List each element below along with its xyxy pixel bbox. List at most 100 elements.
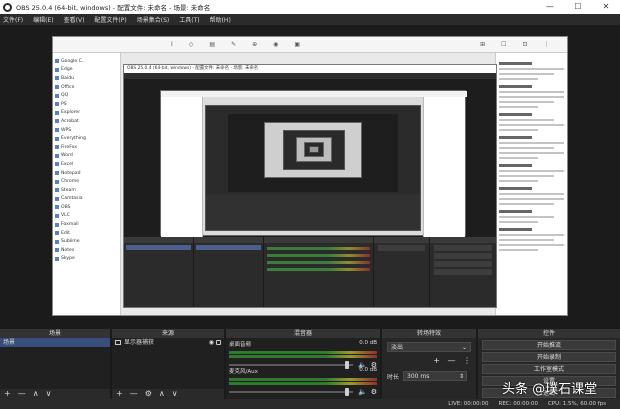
captured-list-label: Explorer [61,110,81,116]
captured-list-label: Word [61,153,73,159]
file-icon [55,136,59,141]
toolbar-icon: ⊕ [252,41,258,48]
captured-list-label: Notepad [61,170,81,176]
channel-db: 0.0 dB [359,367,377,373]
menu-file[interactable]: 文件(F) [3,15,23,24]
move-source-down-button[interactable]: ∨ [172,389,178,399]
duration-label: 时长 [387,373,400,381]
captured-list-label: Excel [61,161,74,167]
file-icon [55,102,59,107]
captured-list-label: Camtasia [61,196,83,202]
toolbar-icon: ◉ [273,41,279,48]
file-icon [55,67,59,72]
lock-icon[interactable] [216,340,221,345]
captured-list-row: Baidu [55,74,118,83]
gear-icon[interactable]: ⚙ [371,388,377,396]
remove-scene-button[interactable]: — [18,389,26,399]
menu-edit[interactable]: 编辑(E) [33,15,53,24]
scene-item[interactable]: 场景 [0,338,110,347]
menu-help[interactable]: 帮助(H) [210,15,231,24]
volume-slider-handle[interactable] [345,388,350,396]
volume-meter [229,351,377,354]
toolbar-icon: ⊡ [522,41,528,48]
cpu-fps: CPU: 1.5%, 60.00 fps [547,401,606,407]
remove-source-button[interactable]: — [130,389,138,399]
captured-list-label: Edge [61,67,73,73]
menu-profile[interactable]: 配置文件(P) [94,15,126,24]
captured-list-label: Edit [61,230,70,236]
menu-view[interactable]: 查看(V) [64,15,85,24]
minimize-button[interactable]: — [536,0,564,14]
toolbar-icon: ⋮ [543,41,550,48]
controls-header: 控件 [478,329,620,338]
source-properties-button[interactable]: ⚙ [145,389,152,399]
file-icon [55,59,59,64]
file-icon [55,119,59,124]
volume-slider[interactable] [229,388,353,396]
captured-list-label: QQ [61,93,69,99]
captured-list-label: Sublime [61,239,80,245]
add-transition-button[interactable]: + [433,356,440,365]
captured-list-row: Explorer [55,109,118,118]
start-recording-button[interactable]: 开始录制 [482,352,616,362]
file-icon [55,188,59,193]
file-icon [55,222,59,227]
eye-icon[interactable]: ◉ [209,338,214,347]
menu-scene-collection[interactable]: 场景集合(S) [137,15,170,24]
captured-list-row: Word [55,152,118,161]
mixer-channel-desktop: 桌面音频 0.0 dB 🔈 ⚙ [226,338,380,369]
preview-canvas[interactable]: Ⅰ ◇ ▤ ✎ ⊕ ◉ ▣ ⊞ ☐ ⊡ ⋮ Google C.. Edge Baid… [52,36,568,316]
channel-name: 麦克风/Aux [229,369,258,375]
captured-list-label: Foxmail [61,222,79,228]
move-source-up-button[interactable]: ∧ [159,389,165,399]
move-scene-down-button[interactable]: ∨ [46,389,52,399]
transition-select[interactable]: 淡出 ⌄ [387,342,471,352]
nested-preview [124,79,496,237]
studio-mode-button[interactable]: 工作室模式 [482,364,616,374]
captured-list-label: Chrome [61,179,80,185]
maximize-button[interactable]: ☐ [564,0,592,14]
scenes-footer: + — ∧ ∨ [0,389,110,399]
captured-list-row: WPS [55,126,118,135]
speaker-icon[interactable]: 🔈 [358,388,367,396]
monitor-icon [115,340,121,345]
add-scene-button[interactable]: + [4,389,11,399]
nested-obs-window: OBS 25.0.4 (64-bit, windows) - 配置文件: 未命名… [123,64,497,308]
menu-tools[interactable]: 工具(T) [179,15,199,24]
file-icon [55,196,59,201]
captured-list-row: Edge [55,66,118,75]
scenes-list[interactable]: 场景 [0,338,110,389]
move-scene-up-button[interactable]: ∧ [33,389,39,399]
captured-list-label: Office [61,84,75,90]
nested-title: OBS 25.0.4 (64-bit, windows) - 配置文件: 未命名… [124,65,496,73]
nested-docks [124,237,496,307]
toolbar-icon: ▣ [294,41,301,48]
transition-selected: 淡出 [391,344,404,351]
source-item[interactable]: 显示器捕获 ◉ [112,338,224,347]
captured-list-row: Steam [55,186,118,195]
sources-list[interactable]: 显示器捕获 ◉ [112,338,224,389]
remove-transition-button[interactable]: — [447,356,455,365]
file-icon [55,248,59,253]
file-icon [55,171,59,176]
spin-arrows-icon[interactable]: ⇕ [459,372,464,380]
toolbar-icon: ☐ [501,41,507,48]
captured-list-row: PS [55,100,118,109]
file-icon [55,179,59,184]
captured-list-row: Foxmail [55,220,118,229]
captured-list-row: FireFox [55,143,118,152]
toolbar-icon: ▤ [209,41,216,48]
duration-spinbox[interactable]: 300 ms ⇕ [403,371,468,381]
captured-list-label: Baidu [61,75,75,81]
file-icon [55,162,59,167]
captured-list-label: WPS [61,127,72,133]
close-button[interactable]: ✕ [592,0,620,14]
start-streaming-button[interactable]: 开始推流 [482,340,616,350]
add-source-button[interactable]: + [116,389,123,399]
captured-list-row: Excel [55,160,118,169]
transition-properties-button[interactable]: ⋮ [463,356,471,365]
chevron-down-icon: ⌄ [461,344,467,351]
scenes-dock: 场景 场景 + — ∧ ∨ [0,329,112,399]
captured-list-row: QQ [55,91,118,100]
file-icon [55,110,59,115]
